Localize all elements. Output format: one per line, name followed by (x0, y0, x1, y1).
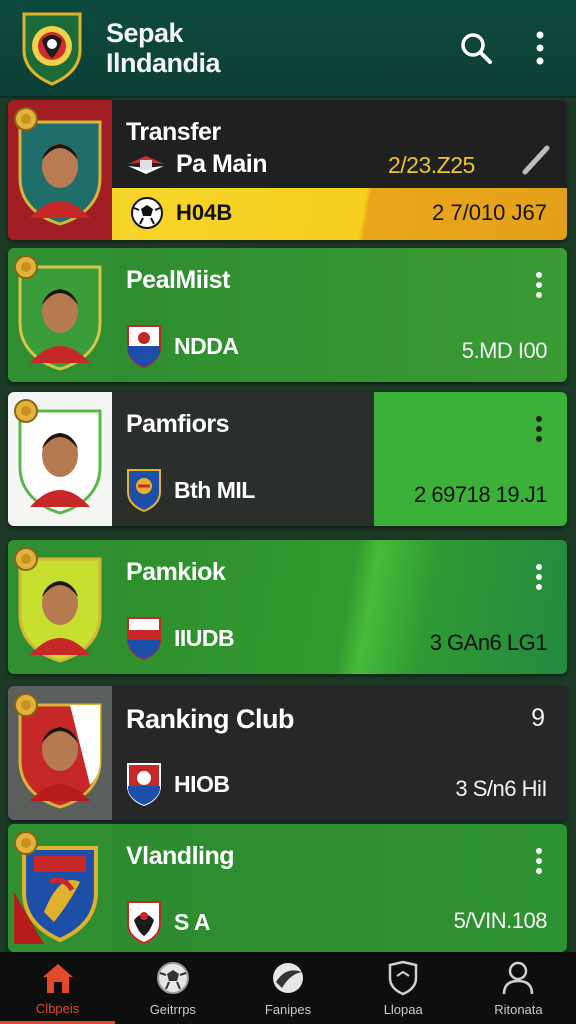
club-badge-icon (127, 325, 161, 368)
more-vertical-icon[interactable] (529, 414, 549, 444)
transfer-subtitle-row: Pa Main (126, 150, 267, 179)
player-card-3[interactable]: Pamfiors Bth MIL 2 69718 19.J1 (8, 392, 567, 526)
player-value: 3 GAn6 LG1 (429, 630, 548, 655)
user-icon (503, 961, 534, 994)
club-code: H04B (176, 200, 233, 225)
search-icon (461, 33, 492, 64)
app-logo (22, 12, 82, 86)
transfer-subtitle: Pa Main (176, 150, 267, 178)
medal-icon (14, 107, 38, 131)
rank-number: 9 (531, 704, 545, 732)
club-row: Bth MIL (126, 468, 255, 512)
search-button[interactable] (456, 28, 496, 68)
card-feed[interactable]: Transfer Pa Main 2/23.Z25 H04B 2 7/010 J… (0, 98, 576, 952)
club-value: 3 S/n6 HiI (455, 776, 547, 801)
club-row: NDDA (126, 324, 239, 368)
player-value: 2 69718 19.J1 (414, 482, 547, 507)
card-title: Pamfiors (126, 410, 229, 438)
app-title-line2: Ilndandia (106, 48, 221, 78)
transfer-highlight-bar: H04B 2 7/010 J67 (112, 188, 567, 240)
nav-league-label: Llopaa (383, 1001, 423, 1017)
player-card-6[interactable]: Vlandling S A 5/VIN.108 (8, 824, 567, 952)
club-row: IIUDB (126, 616, 235, 660)
player-value: 5/VIN.108 (453, 908, 548, 933)
player-value: 5.MD I00 (461, 338, 548, 363)
nav-profile-label: Ritonata (494, 1001, 543, 1017)
club-code: NDDA (174, 332, 239, 359)
club-badge-icon (127, 617, 161, 660)
club-code: IIUDB (174, 624, 235, 651)
nav-fanpage-label: Fanipes (264, 1001, 312, 1017)
transfer-card[interactable]: Transfer Pa Main 2/23.Z25 H04B 2 7/010 J… (8, 100, 567, 240)
nav-matches-label: Geitrrps (149, 1001, 196, 1017)
more-vertical-icon (536, 31, 544, 65)
club-badge-icon (127, 763, 161, 806)
club-code: Bth MIL (174, 476, 255, 503)
app-title-line1: Sepak (106, 18, 184, 48)
club-badge-icon (127, 901, 161, 944)
nav-home[interactable]: Clbpeis (0, 952, 116, 1024)
ball-swoosh-icon (273, 962, 303, 993)
medal-icon (14, 399, 38, 423)
flag-wings-icon (128, 155, 164, 174)
nav-fanpage[interactable]: Fanipes (230, 952, 345, 1024)
shield-icon (388, 960, 418, 995)
club-row: HIOB (126, 762, 230, 806)
nav-league[interactable]: Llopaa (346, 952, 461, 1024)
more-vertical-icon[interactable] (529, 270, 549, 300)
card-title: Vlandling (126, 842, 235, 870)
medal-icon (14, 547, 38, 571)
nav-profile[interactable]: Ritonata (461, 952, 576, 1024)
medal-icon (14, 255, 38, 279)
more-menu-button[interactable] (520, 28, 560, 68)
transfer-value: 2 7/010 J67 (432, 200, 547, 225)
app-title: Sepak Ilndandia (106, 18, 221, 78)
card-title: PealMiist (126, 266, 230, 294)
nav-matches[interactable]: Geitrrps (115, 952, 230, 1024)
card-title: Transfer (126, 118, 221, 146)
edit-icon[interactable] (521, 144, 551, 176)
player-card-4[interactable]: Pamkiok IIUDB 3 GAn6 LG1 (8, 540, 567, 674)
bottom-nav: Clbpeis Geitrrps Fanipes Llopaa Ritonata (0, 952, 576, 1024)
player-card-2[interactable]: PealMiist NDDA 5.MD I00 (8, 248, 567, 382)
more-vertical-icon[interactable] (529, 846, 549, 876)
nav-home-label: Clbpeis (35, 1000, 80, 1016)
transfer-date: 2/23.Z25 (388, 152, 475, 178)
soccer-ball-icon (131, 197, 163, 229)
app-header: Sepak Ilndandia (0, 0, 576, 98)
medal-icon (14, 831, 38, 855)
club-row: S A (126, 900, 211, 944)
soccer-ball-icon (156, 961, 189, 994)
home-icon (42, 963, 73, 993)
card-title: Pamkiok (126, 558, 226, 586)
club-code: HIOB (174, 770, 230, 797)
more-vertical-icon[interactable] (529, 562, 549, 592)
medal-icon (14, 693, 38, 717)
card-title: Ranking Club (126, 704, 295, 734)
ranking-club-card[interactable]: Ranking Club 9 HIOB 3 S/n6 HiI (8, 686, 567, 820)
club-code: S A (174, 908, 211, 935)
club-badge-icon (127, 469, 161, 512)
